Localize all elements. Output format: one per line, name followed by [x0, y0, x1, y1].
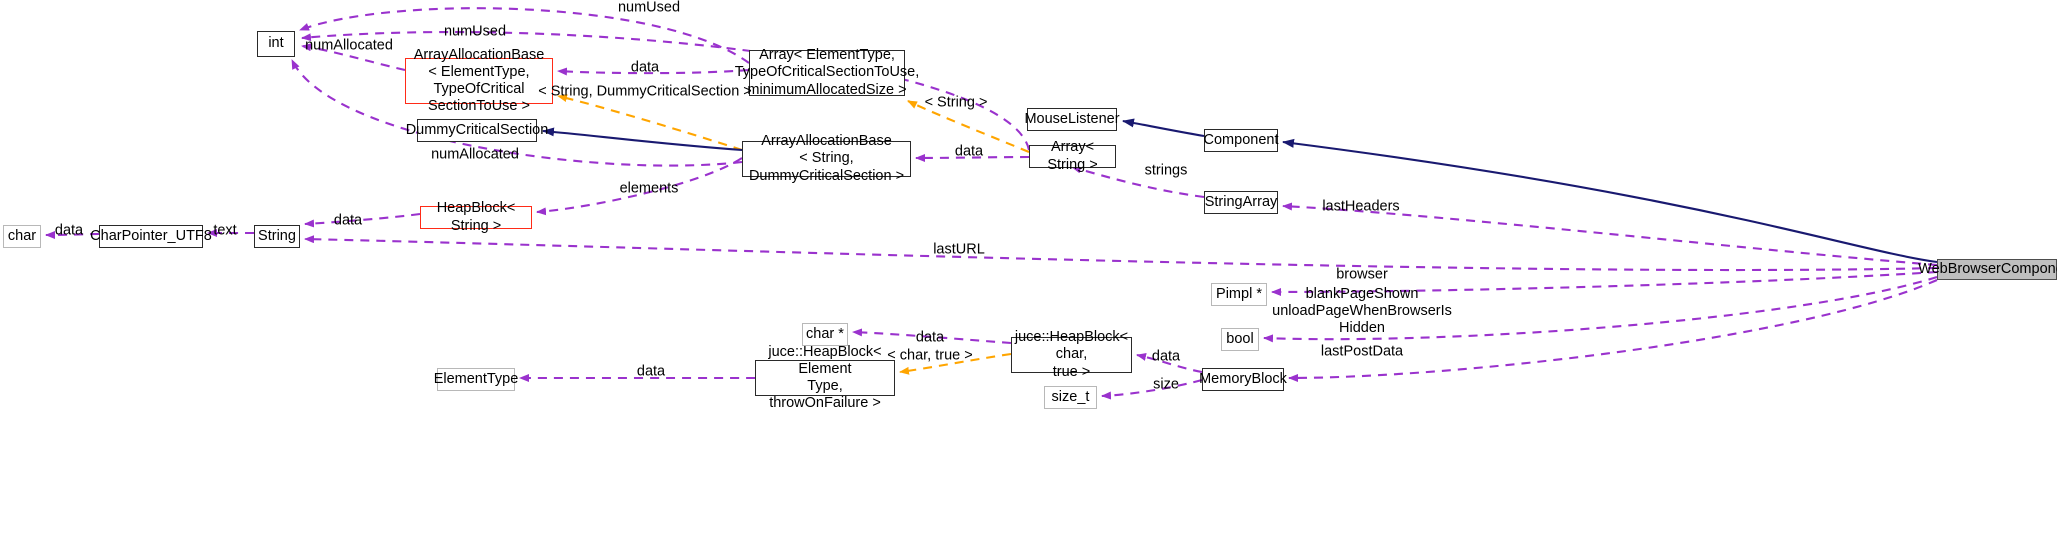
- edge-label-l-numallocated-top: numAllocated: [305, 37, 393, 54]
- class-node-charptr[interactable]: CharPointer_UTF8: [90, 225, 212, 248]
- class-node-elementtype[interactable]: ElementType: [434, 368, 518, 391]
- edge-webbrowser-string-lasturl: [304, 235, 1938, 272]
- edge-label-l-data-elem: data: [636, 363, 666, 380]
- class-node-memoryblock[interactable]: MemoryBlock: [1199, 368, 1287, 391]
- edge-label-l-lasturl: lastURL: [933, 241, 985, 258]
- edge-heapblock-string-data: [304, 212, 421, 228]
- edge-label-l-tmpl-chartrue: < char, true >: [887, 347, 973, 364]
- edge-label-l-tmpl-strdcs: < String, DummyCriticalSection >: [538, 83, 752, 100]
- class-node-char[interactable]: char: [3, 225, 41, 248]
- edge-label-l-data-charstar: data: [915, 329, 945, 346]
- edge-label-l-data-char: data: [54, 222, 84, 239]
- class-node-dummycs[interactable]: DummyCriticalSection: [406, 119, 548, 142]
- class-node-aab_string[interactable]: ArrayAllocationBase < String, DummyCriti…: [742, 133, 911, 184]
- edge-label-l-browser: browser: [1336, 266, 1388, 283]
- class-node-mouselistener[interactable]: MouseListener: [1024, 108, 1120, 131]
- class-node-array_generic[interactable]: Array< ElementType, TypeOfCriticalSectio…: [735, 47, 920, 97]
- edge-label-l-size: size: [1153, 376, 1179, 393]
- class-node-size_t[interactable]: size_t: [1044, 386, 1097, 409]
- class-node-hb_elem[interactable]: juce::HeapBlock< Element Type, throwOnFa…: [755, 344, 895, 411]
- collaboration-diagram: int ArrayAllocationBase < ElementType, Ty…: [0, 0, 2057, 540]
- edge-label-l-lastpostdata: lastPostData: [1320, 343, 1404, 360]
- class-node-pimpl[interactable]: Pimpl *: [1211, 283, 1267, 306]
- edge-label-l-lastheaders: lastHeaders: [1322, 198, 1400, 215]
- edge-aab-string-dummycs-inherit: [542, 127, 743, 152]
- class-node-bool[interactable]: bool: [1221, 328, 1259, 351]
- class-node-string[interactable]: String: [254, 225, 300, 248]
- usage-edges: [45, 7, 1938, 400]
- edge-label-l-tmpl-string: < String >: [924, 94, 988, 111]
- edge-label-l-numused-mid: numUsed: [443, 23, 507, 40]
- edge-component-mouselistener-inherit: [1122, 118, 1205, 138]
- edge-label-l-elements: elements: [619, 180, 679, 197]
- class-node-heapblock_str[interactable]: HeapBlock< String >: [420, 200, 532, 234]
- edge-label-l-data-string: data: [333, 212, 363, 229]
- class-node-aab_generic[interactable]: ArrayAllocationBase < ElementType, TypeO…: [405, 47, 553, 114]
- class-node-stringarray[interactable]: StringArray: [1204, 191, 1278, 214]
- edge-label-l-strings: strings: [1144, 162, 1188, 179]
- edge-label-l-blankpage: blankPageShown unloadPageWhenBrowserIs H…: [1272, 285, 1452, 336]
- edge-label-l-numallocated-2: numAllocated: [431, 146, 519, 163]
- class-node-int[interactable]: int: [257, 31, 295, 57]
- edge-memoryblock-size-t-size: [1101, 378, 1203, 400]
- class-node-component[interactable]: Component: [1204, 129, 1278, 152]
- class-node-array_string[interactable]: Array< String >: [1029, 139, 1116, 173]
- edge-label-l-data-aabstr: data: [954, 143, 984, 160]
- edge-label-l-data-aab: data: [630, 59, 660, 76]
- class-node-hb_char_true[interactable]: juce::HeapBlock< char, true >: [1011, 329, 1132, 380]
- class-node-charstar[interactable]: char *: [802, 323, 848, 346]
- edge-label-l-text: text: [213, 222, 237, 239]
- edge-label-l-data-mb: data: [1151, 348, 1181, 365]
- class-node-webbrowser[interactable]: WebBrowserComponent: [1918, 259, 2057, 280]
- edge-label-l-numused-top: numUsed: [617, 0, 681, 16]
- edge-layer: [45, 7, 1938, 400]
